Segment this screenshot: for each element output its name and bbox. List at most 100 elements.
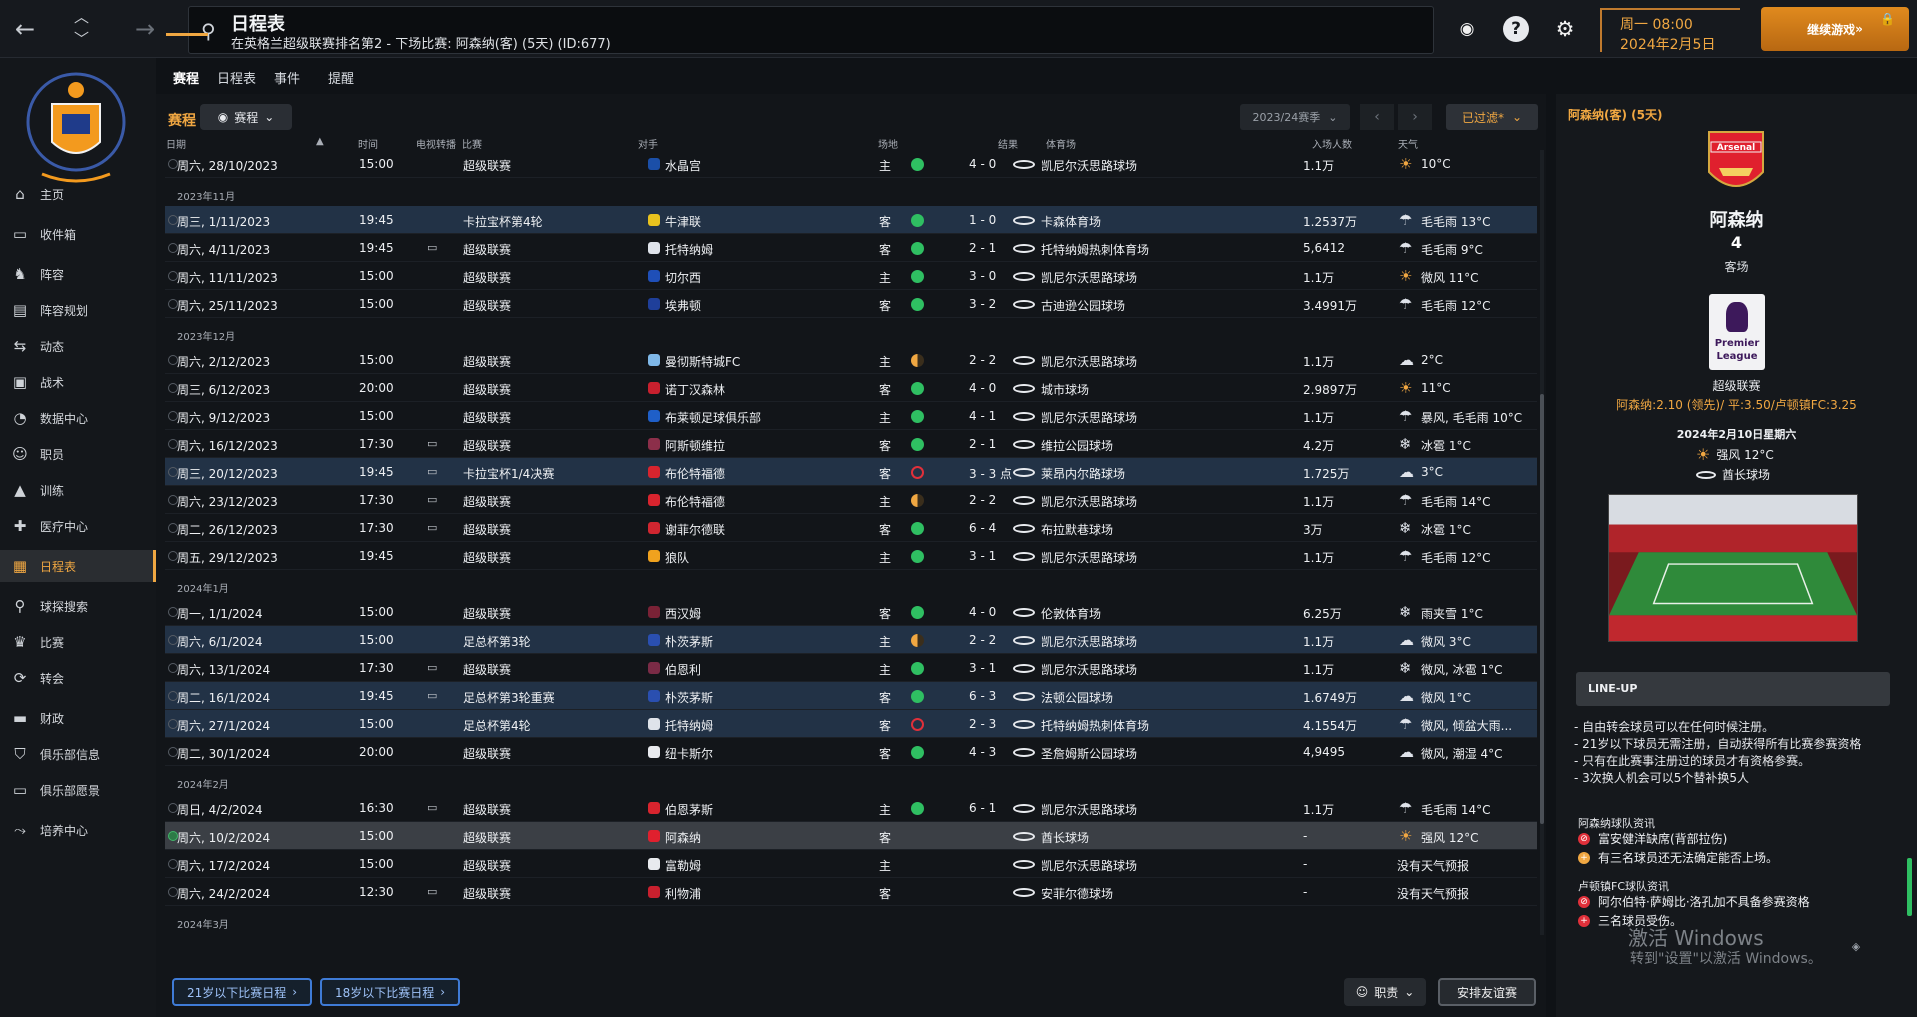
- gear-icon[interactable]: ⚙: [1552, 16, 1578, 42]
- col-competition[interactable]: 比赛: [462, 136, 482, 151]
- stadium-icon: [1013, 440, 1035, 449]
- sidebar-item-scouting[interactable]: ⚲ 球探搜索: [0, 590, 156, 622]
- scrollbar-thumb[interactable]: [1540, 394, 1544, 824]
- fixture-time: 15:00: [359, 353, 394, 367]
- world-icon[interactable]: ◉: [1454, 16, 1480, 42]
- fixture-competition: 足总杯第3轮重赛: [463, 691, 555, 705]
- filter-button[interactable]: 已过滤* ⌄: [1446, 104, 1538, 130]
- sidebar-item-finance[interactable]: ▬ 财政: [0, 702, 156, 734]
- view-dropdown[interactable]: ◉ 赛程 ⌄: [200, 104, 292, 130]
- sort-arrow-icon[interactable]: ▲: [316, 136, 324, 147]
- fixture-row[interactable]: 周三, 20/12/2023 19:45 ▭ 卡拉宝杯1/4决赛 布伦特福德 客 3 - 3…: [165, 458, 1537, 486]
- game-date: 周一 08:00 2024年2月5日: [1600, 8, 1740, 53]
- fixture-competition: 足总杯第3轮: [463, 635, 531, 649]
- sidebar-item-tactics[interactable]: ▣ 战术: [0, 366, 156, 398]
- tab-reminders[interactable]: 提醒: [328, 68, 354, 87]
- col-weather[interactable]: 天气: [1398, 136, 1418, 151]
- col-date[interactable]: 日期: [166, 136, 186, 151]
- fixture-row[interactable]: 周五, 29/12/2023 19:45 超级联赛 狼队 主 3 - 1 凯尼尔沃思路球场 1…: [165, 542, 1537, 570]
- tab-calendar[interactable]: 日程表: [217, 68, 256, 87]
- back-arrow-icon[interactable]: ←: [8, 12, 42, 46]
- sidebar-item-training[interactable]: ▲ 训练: [0, 474, 156, 506]
- news-item[interactable]: ⊘ 富安健洋缺席(背部拉伤): [1578, 830, 1727, 847]
- weather-icon: ☂: [1399, 239, 1413, 257]
- chevron-up-icon[interactable]: ︿: [74, 6, 89, 27]
- sidebar-item-calendar[interactable]: ▦ 日程表: [0, 550, 156, 582]
- fixture-row[interactable]: 周六, 25/11/2023 15:00 超级联赛 埃弗顿 客 3 - 2 古迪逊公园球场 3…: [165, 290, 1537, 318]
- stadium-icon: [1013, 860, 1035, 869]
- chevron-down-icon[interactable]: ﹀: [74, 28, 89, 49]
- next-page-button[interactable]: ›: [1398, 104, 1432, 130]
- tab-fixtures[interactable]: 赛程: [173, 68, 199, 87]
- sidebar-item-data[interactable]: ◔ 数据中心: [0, 402, 156, 434]
- sidebar-item-label: 日程表: [40, 559, 77, 574]
- fixture-row[interactable]: 周六, 6/1/2024 15:00 足总杯第3轮 朴茨茅斯 主 2 - 2 凯尼尔沃思路球…: [165, 626, 1537, 654]
- fixture-row[interactable]: 周二, 30/1/2024 20:00 超级联赛 纽卡斯尔 客 4 - 3 圣詹姆斯公园球场…: [165, 738, 1537, 766]
- sidebar-item-medical[interactable]: ✚ 医疗中心: [0, 510, 156, 542]
- fixture-row[interactable]: 周六, 17/2/2024 15:00 超级联赛 富勒姆 主 凯尼尔沃思路球场 - 没有天气预…: [165, 850, 1537, 878]
- fixture-row[interactable]: 周日, 4/2/2024 16:30 ▭ 超级联赛 伯恩茅斯 主 6 - 1 凯尼尔沃思路球场…: [165, 794, 1537, 822]
- prev-page-button[interactable]: ‹: [1360, 104, 1394, 130]
- fixture-row[interactable]: 周六, 11/11/2023 15:00 超级联赛 切尔西 主 3 - 0 凯尼尔沃思路球场…: [165, 262, 1537, 290]
- u18-fixtures-button[interactable]: 18岁以下比赛日程 ›: [320, 978, 460, 1006]
- fixture-date: 周二, 16/1/2024: [177, 691, 271, 705]
- fixture-row[interactable]: 周六, 27/1/2024 15:00 足总杯第4轮 托特纳姆 客 2 - 3 托特纳姆热刺…: [165, 710, 1537, 738]
- tab-events[interactable]: 事件: [274, 68, 300, 87]
- col-stadium[interactable]: 体育场: [1046, 136, 1076, 151]
- injury-icon: ⊘: [1578, 832, 1590, 845]
- fixture-time: 16:30: [359, 801, 394, 815]
- col-venue[interactable]: 场地: [878, 136, 898, 151]
- sidebar-item-inbox[interactable]: ▭ 收件箱: [0, 218, 156, 250]
- premier-league-logo[interactable]: Premier League: [1709, 294, 1765, 370]
- fixture-row[interactable]: 周六, 10/2/2024 15:00 超级联赛 阿森纳 客 酋长球场 - ☀ 强风 12°C: [165, 822, 1537, 850]
- fixture-row[interactable]: 周六, 24/2/2024 12:30 ▭ 超级联赛 利物浦 客 安菲尔德球场 - 没有天气预报: [165, 878, 1537, 906]
- sidebar-item-vision[interactable]: ▭ 俱乐部愿景: [0, 774, 156, 806]
- fixture-row[interactable]: 周三, 6/12/2023 20:00 超级联赛 诺丁汉森林 客 4 - 0 城市球场 2.9…: [165, 374, 1537, 402]
- col-time[interactable]: 时间: [358, 136, 378, 151]
- fixture-row[interactable]: 周三, 1/11/2023 19:45 卡拉宝杯第4轮 牛津联 客 1 - 0 卡森体育场 1…: [165, 206, 1537, 234]
- u21-fixtures-button[interactable]: 21岁以下比赛日程 ›: [172, 978, 312, 1006]
- stadium-icon: [1013, 608, 1035, 617]
- result-icon: [911, 718, 924, 731]
- fixture-score: 3 - 1: [969, 661, 997, 675]
- sidebar-item-dynamics[interactable]: ⇆ 动态: [0, 330, 156, 362]
- lineup-header[interactable]: LINE-UP: [1576, 672, 1890, 706]
- season-dropdown[interactable]: 2023/24赛季 ⌄: [1240, 104, 1350, 130]
- fixture-row[interactable]: 周二, 16/1/2024 19:45 ▭ 足总杯第3轮重赛 朴茨茅斯 客 6 - 3 法顿公…: [165, 682, 1537, 710]
- fixtures-table: 周六, 28/10/2023 15:00 超级联赛 水晶宫主 4 - 0 凯尼尔沃思路球场…: [165, 150, 1537, 935]
- col-opponent[interactable]: 对手: [638, 136, 658, 151]
- fixture-weather: 微风 11°C: [1421, 271, 1479, 285]
- fixture-row[interactable]: 周六, 16/12/2023 17:30 ▭ 超级联赛 阿斯顿维拉 客 2 - 1 维拉公园球…: [165, 430, 1537, 458]
- fixture-row[interactable]: 周六, 28/10/2023 15:00 超级联赛 水晶宫 主 4 - 0 凯尼尔沃思路球场…: [165, 150, 1537, 178]
- sidebar-item-transfer[interactable]: ⟳ 转会: [0, 662, 156, 694]
- sidebar-item-home[interactable]: ⌂ 主页: [0, 178, 156, 210]
- sidebar-item-development[interactable]: ⤳ 培养中心: [0, 814, 156, 846]
- sidebar-item-shirt[interactable]: ♞ 阵容: [0, 258, 156, 290]
- search-bar[interactable]: ⚲ 日程表 在英格兰超级联赛排名第2 - 下场比赛: 阿森纳(客) (5天) (…: [188, 6, 1434, 54]
- arsenal-crest[interactable]: Arsenal: [1705, 128, 1767, 200]
- forward-arrow-icon[interactable]: →: [128, 12, 162, 46]
- weather-icon: ☁: [1399, 743, 1414, 761]
- col-tv[interactable]: 电视转播: [416, 136, 456, 151]
- news-item[interactable]: ⊘ 阿尔伯特·萨姆比·洛孔加不具备参赛资格: [1578, 893, 1810, 910]
- fixture-row[interactable]: 周一, 1/1/2024 15:00 超级联赛 西汉姆 客 4 - 0 伦敦体育场 6.25万…: [165, 598, 1537, 626]
- col-result[interactable]: 结果: [998, 136, 1018, 151]
- fixture-row[interactable]: 周六, 2/12/2023 15:00 超级联赛 曼彻斯特城FC 主 2 - 2 凯尼尔沃思…: [165, 346, 1537, 374]
- fixture-row[interactable]: 周六, 4/11/2023 19:45 ▭ 超级联赛 托特纳姆 客 2 - 1 托特纳姆热刺体…: [165, 234, 1537, 262]
- fixture-row[interactable]: 周六, 9/12/2023 15:00 超级联赛 布莱顿足球俱乐部 主 4 - 1 凯尼尔沃…: [165, 402, 1537, 430]
- col-attendance[interactable]: 入场人数: [1312, 136, 1352, 151]
- fixture-row[interactable]: 周六, 2/3/202415:00超级联赛曼 红主凯尼尔沃思路球场-没有天气预报: [165, 934, 1537, 935]
- help-icon[interactable]: ?: [1503, 16, 1529, 42]
- fixture-row[interactable]: 周六, 13/1/2024 17:30 ▭ 超级联赛 伯恩利 主 3 - 1 凯尼尔沃思路球场…: [165, 654, 1537, 682]
- arrange-friendly-button[interactable]: 安排友谊赛: [1438, 978, 1536, 1006]
- sidebar-item-trophy[interactable]: ♛ 比赛: [0, 626, 156, 658]
- news-item[interactable]: + 有三名球员还无法确定能否上场。: [1578, 849, 1778, 866]
- fixture-row[interactable]: 周二, 26/12/2023 17:30 ▭ 超级联赛 谢菲尔德联 客 6 - 4 布拉默巷球…: [165, 514, 1537, 542]
- fixture-row[interactable]: 周六, 23/12/2023 17:30 ▭ 超级联赛 布伦特福德 主 2 - 2 凯尼尔沃思…: [165, 486, 1537, 514]
- sidebar-item-shield[interactable]: ⛉ 俱乐部信息: [0, 738, 156, 770]
- fixture-venue: 客: [879, 691, 892, 705]
- lock-icon[interactable]: 🔒: [1880, 12, 1895, 26]
- staff-duty-button[interactable]: ☺ 职责 ⌄: [1344, 978, 1426, 1006]
- sidebar-item-staff[interactable]: ☺ 职员: [0, 438, 156, 470]
- sidebar-item-clipboard[interactable]: ▤ 阵容规划: [0, 294, 156, 326]
